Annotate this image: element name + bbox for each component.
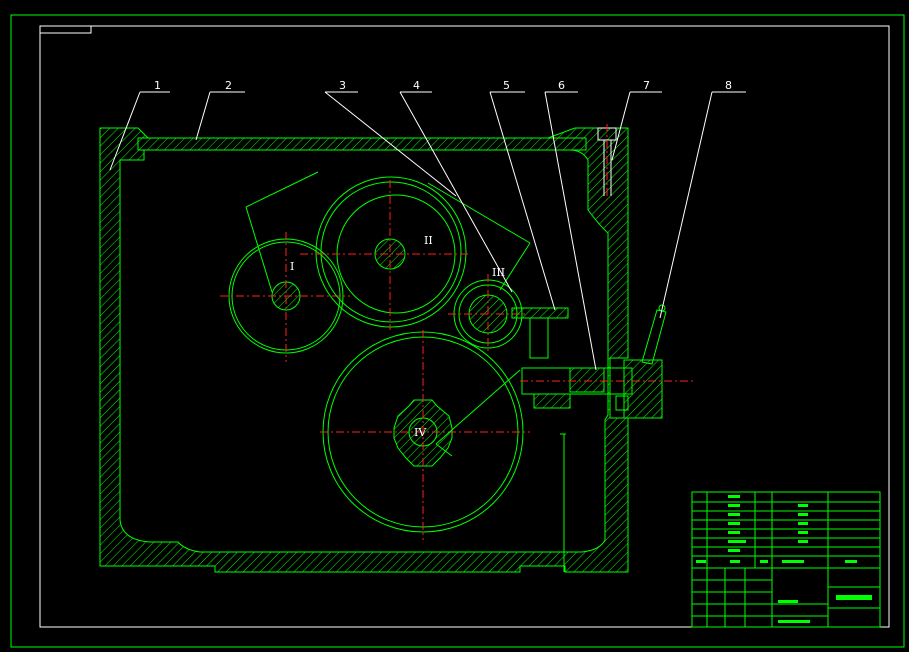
- shift-fork: [511, 307, 695, 409]
- gear-II: [300, 176, 470, 330]
- leaders: [109, 91, 746, 371]
- part-label-4: 4: [413, 79, 420, 92]
- shaft-label-II: II: [424, 234, 433, 247]
- housing-section: [99, 127, 629, 573]
- corner-box: [39, 25, 92, 34]
- part-label-6: 6: [558, 79, 565, 92]
- title-block: [691, 491, 881, 628]
- part-label-8: 8: [725, 79, 732, 92]
- inner-frame: [39, 25, 890, 628]
- part-label-1: 1: [154, 79, 161, 92]
- part-label-3: 3: [339, 79, 346, 92]
- handle-boss: [615, 359, 663, 419]
- part-label-7: 7: [643, 79, 650, 92]
- part-label-2: 2: [225, 79, 232, 92]
- shaft-label-I: I: [290, 260, 294, 273]
- shaft-label-IV: IV: [414, 426, 427, 439]
- handle-lever: [641, 304, 667, 365]
- shaft-label-III: III: [492, 266, 505, 279]
- cad-drawing: 1 2 3 4 5 6 7 8 I II III IV: [10, 14, 905, 648]
- part-label-5: 5: [503, 79, 510, 92]
